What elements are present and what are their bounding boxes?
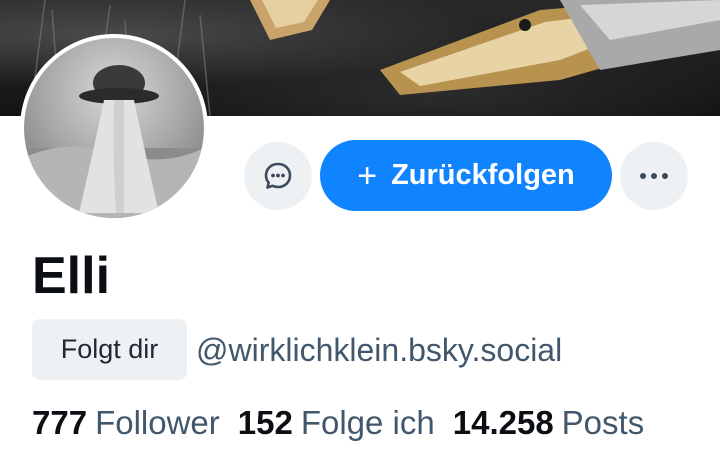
avatar[interactable] [20, 34, 208, 222]
posts-stat: 14.258 Posts [453, 404, 644, 441]
followers-count: 777 [32, 404, 88, 441]
follow-back-label: Zurückfolgen [391, 159, 575, 191]
message-button[interactable] [244, 142, 312, 210]
posts-count: 14.258 [452, 404, 554, 441]
profile-stats: 777 Follower 152 Folge ich 14.258 Posts [32, 400, 644, 446]
ellipsis-icon [640, 173, 668, 179]
display-name: Elli [32, 247, 111, 305]
plus-icon: + [357, 156, 378, 195]
follows-you-badge: Folgt dir [32, 319, 187, 380]
followers-label: Follower [95, 404, 220, 441]
following-label: Folge ich [300, 404, 435, 441]
profile-handle: @wirklichklein.bsky.social [196, 332, 563, 368]
avatar-image [24, 38, 204, 218]
more-options-button[interactable] [620, 142, 688, 210]
followers-stat[interactable]: 777 Follower [32, 404, 220, 441]
posts-label: Posts [561, 404, 645, 441]
following-count: 152 [237, 404, 293, 441]
following-stat[interactable]: 152 Folge ich [238, 404, 435, 441]
chat-bubble-icon [264, 162, 292, 189]
follow-back-button[interactable]: + Zurückfolgen [320, 140, 612, 211]
